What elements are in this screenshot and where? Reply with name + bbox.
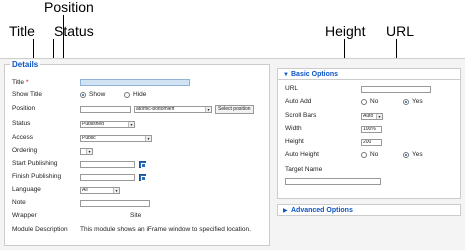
width-input[interactable]: 100% xyxy=(361,126,382,133)
chevron-down-icon: ▾ xyxy=(205,107,211,112)
finish-publishing-label: Finish Publishing xyxy=(12,173,62,180)
width-label: Width xyxy=(285,125,302,132)
access-select[interactable]: Public ▾ xyxy=(80,135,152,142)
auto-add-no-label: No xyxy=(370,98,379,105)
advanced-options-header[interactable]: ▶ Advanced Options xyxy=(277,204,461,216)
callout-url: URL xyxy=(386,23,415,39)
position-input[interactable] xyxy=(80,106,131,113)
auto-height-no-label: No xyxy=(370,151,379,158)
chevron-down-icon: ▾ xyxy=(113,188,119,193)
scroll-bars-label: Scroll Bars xyxy=(285,112,317,119)
callout-height: Height xyxy=(325,23,366,39)
scroll-bars-select[interactable]: Auto ▾ xyxy=(361,113,383,120)
access-label: Access xyxy=(12,134,33,141)
callout-title: Title xyxy=(9,23,35,39)
show-title-label: Show Title xyxy=(12,91,42,98)
ordering-select[interactable]: ▾ xyxy=(80,148,93,155)
language-select[interactable]: All ▾ xyxy=(80,187,120,194)
auto-add-yes-radio[interactable] xyxy=(403,99,409,105)
auto-height-yes-label: Yes xyxy=(412,151,423,158)
url-label: URL xyxy=(285,85,299,92)
auto-height-yes-radio[interactable] xyxy=(403,152,409,158)
note-input[interactable] xyxy=(80,200,150,207)
position-select[interactable]: atomic-bottomleft ▾ xyxy=(134,106,212,113)
title-input[interactable] xyxy=(80,79,190,86)
auto-add-label: Auto Add xyxy=(285,98,312,105)
calendar-icon[interactable] xyxy=(139,174,146,181)
finish-publishing-input[interactable] xyxy=(80,174,135,181)
caret-down-icon: ▼ xyxy=(283,72,289,78)
basic-options-header[interactable]: ▼ Basic Options xyxy=(277,68,461,80)
show-title-show-label: Show xyxy=(89,91,106,98)
wrapper-value: Site xyxy=(130,212,142,219)
chevron-down-icon: ▾ xyxy=(376,114,382,119)
show-title-hide-label: Hide xyxy=(133,91,147,98)
show-title-show-radio[interactable] xyxy=(80,92,86,98)
auto-add-yes-label: Yes xyxy=(412,98,423,105)
url-input[interactable] xyxy=(361,86,431,93)
wrapper-label: Wrapper xyxy=(12,212,37,219)
title-label: Title * xyxy=(12,79,29,86)
callout-status: Status xyxy=(54,23,94,39)
caret-right-icon: ▶ xyxy=(283,208,288,214)
module-description-label: Module Description xyxy=(12,226,68,233)
height-label: Height xyxy=(285,138,304,145)
auto-height-label: Auto Height xyxy=(285,151,319,158)
note-label: Note xyxy=(12,199,26,206)
start-publishing-label: Start Publishing xyxy=(12,160,58,167)
module-description-value: This module shows an iFrame window to sp… xyxy=(80,226,251,233)
target-name-label: Target Name xyxy=(285,166,323,173)
basic-options-title: Basic Options xyxy=(291,71,339,78)
required-mark: * xyxy=(25,79,29,86)
select-position-button[interactable]: Select position xyxy=(215,105,254,114)
show-title-hide-radio[interactable] xyxy=(124,92,130,98)
ordering-label: Ordering xyxy=(12,147,38,154)
target-name-input[interactable] xyxy=(285,178,381,185)
status-label: Status xyxy=(12,120,31,127)
auto-height-no-radio[interactable] xyxy=(361,152,367,158)
auto-add-no-radio[interactable] xyxy=(361,99,367,105)
position-label: Position xyxy=(12,105,36,112)
chevron-down-icon: ▾ xyxy=(86,149,92,154)
height-input[interactable]: 200 xyxy=(361,139,382,146)
chevron-down-icon: ▾ xyxy=(145,136,151,141)
start-publishing-input[interactable] xyxy=(80,161,135,168)
status-select[interactable]: Published ▾ xyxy=(80,121,135,128)
advanced-options-title: Advanced Options xyxy=(291,207,353,214)
calendar-icon[interactable] xyxy=(139,161,146,168)
language-label: Language xyxy=(12,186,41,193)
callout-position: Position xyxy=(44,0,94,15)
details-legend: Details xyxy=(10,60,41,69)
chevron-down-icon: ▾ xyxy=(128,122,134,127)
